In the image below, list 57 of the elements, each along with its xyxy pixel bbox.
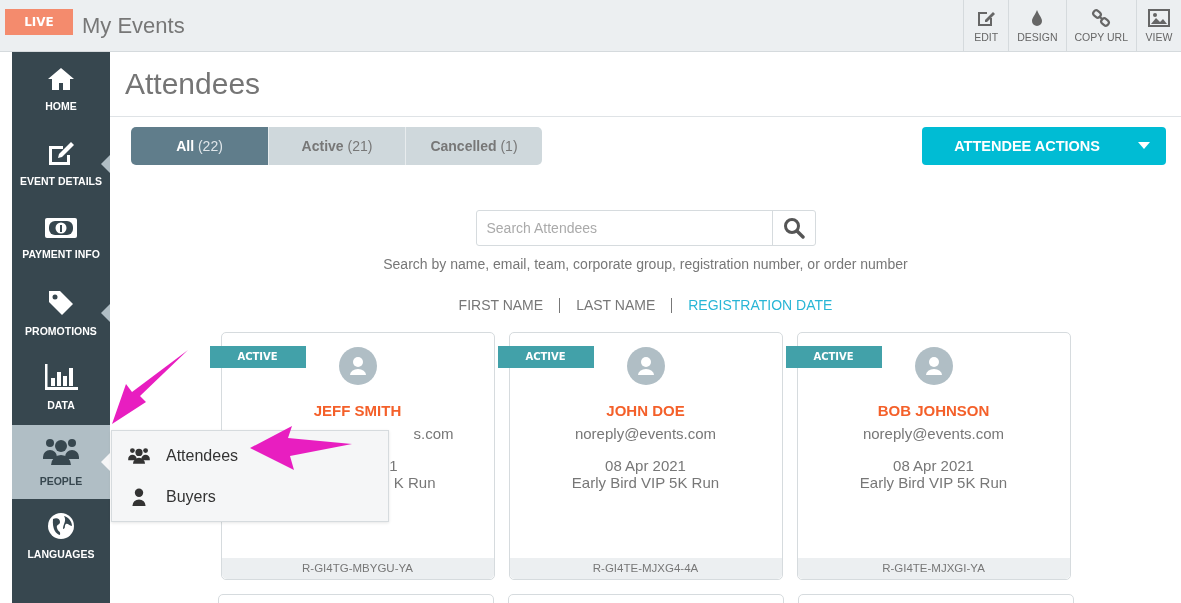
drop-icon [1030, 8, 1045, 27]
attendee-email: noreply@events.com [573, 425, 718, 442]
people-icon [128, 446, 150, 465]
sidebar-item[interactable]: PROMOTIONS [12, 275, 110, 350]
search-field[interactable]: Search Attendees [475, 210, 816, 246]
sidebar-item[interactable]: DATA [12, 350, 110, 425]
bar-chart-icon [43, 363, 79, 392]
submenu-item[interactable]: Buyers [112, 476, 388, 517]
attendee-email: s.com [412, 425, 455, 442]
caret-icon [1138, 142, 1150, 150]
sort-link[interactable]: LAST NAME [576, 297, 656, 313]
globe-icon [47, 512, 75, 541]
avatar-icon [338, 347, 377, 385]
toolbar-button[interactable]: VIEW [1136, 0, 1181, 51]
filter-tab[interactable]: All (22) [131, 127, 268, 165]
live-badge: LIVE [5, 9, 73, 35]
tag-icon [47, 288, 75, 317]
sidebar-item[interactable]: PEOPLE [12, 424, 110, 499]
sort-link[interactable]: FIRST NAME [458, 297, 544, 313]
search-hint: Search by name, email, team, corporate group, registration number, or order number [383, 256, 908, 272]
registration-code: R-GI4TG-MBYGU-YA [221, 558, 494, 579]
toolbar-button[interactable]: COPY URL [1065, 0, 1136, 51]
banknote-icon [44, 216, 78, 241]
sidebar-item[interactable]: HOME [12, 52, 110, 127]
attendee-name: BOB JOHNSON [877, 402, 990, 419]
registration-date: 08 Apr 2021 [892, 457, 975, 474]
toolbar-button[interactable]: EDIT [963, 0, 1009, 51]
attendee-name: JOHN DOE [606, 402, 685, 419]
people-icon [43, 436, 79, 467]
home-icon [47, 66, 75, 93]
registration-date: 1 [388, 457, 399, 474]
ticket-name: K Run [392, 474, 437, 491]
avatar-icon [914, 347, 953, 385]
registration-code: R-GI4TE-MJXGI-YA [797, 558, 1070, 579]
sidebar-item[interactable]: EVENT DETAILS [12, 126, 110, 201]
sidebar-item[interactable]: PAYMENT INFO [12, 201, 110, 276]
avatar-icon [626, 347, 665, 385]
filter-tab[interactable]: Active (21) [268, 127, 405, 165]
status-badge: ACTIVE [209, 346, 306, 368]
attendee-name: JEFF SMITH [313, 402, 402, 419]
submenu-item[interactable]: Attendees [112, 435, 388, 476]
ticket-name: Early Bird VIP 5K Run [858, 474, 1009, 491]
search-icon [782, 217, 805, 239]
filter-tab[interactable]: Cancelled (1) [405, 127, 542, 165]
status-badge: ACTIVE [785, 346, 882, 368]
registration-date: 08 Apr 2021 [604, 457, 687, 474]
ticket-name: Early Bird VIP 5K Run [570, 474, 721, 491]
edit-icon [46, 140, 76, 167]
status-badge: ACTIVE [497, 346, 594, 368]
image-icon [1148, 8, 1170, 27]
attendee-email: noreply@events.com [861, 425, 1006, 442]
registration-code: R-GI4TE-MJXG4-4A [509, 558, 782, 579]
link-icon [1091, 8, 1112, 27]
sidebar-item[interactable]: LANGUAGES [12, 499, 110, 574]
app-title: My Events [82, 12, 185, 39]
toolbar-button[interactable]: DESIGN [1008, 0, 1066, 51]
page-title: Attendees [110, 52, 1181, 117]
